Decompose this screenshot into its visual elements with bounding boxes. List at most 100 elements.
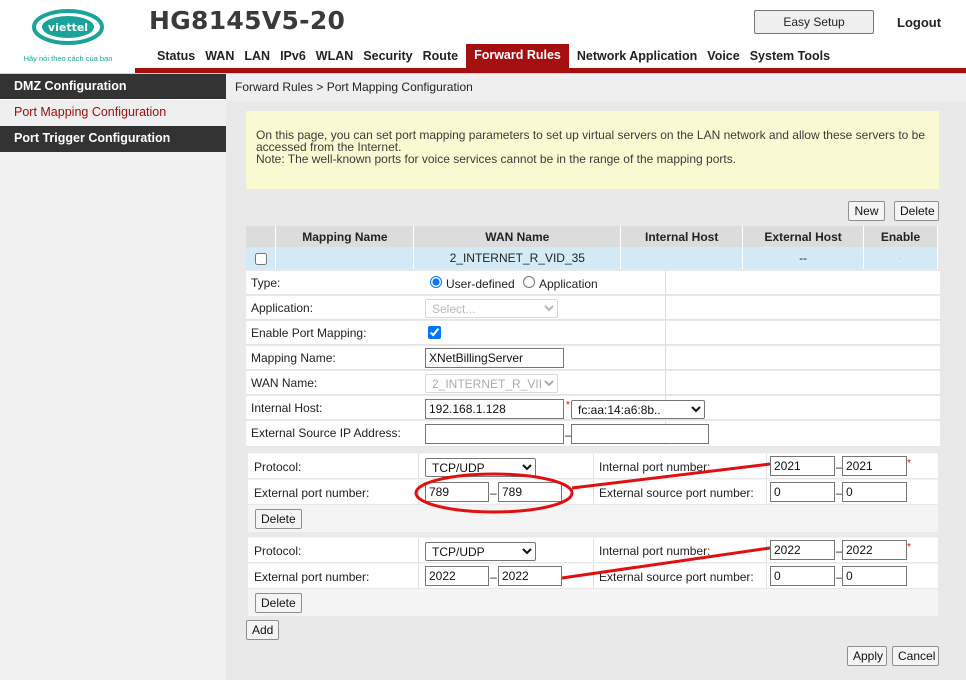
rule-delete-button[interactable]: Delete [255, 593, 302, 613]
rule-delete-button[interactable]: Delete [255, 509, 302, 529]
sidebar: DMZ Configuration Port Mapping Configura… [0, 74, 226, 680]
add-button[interactable]: Add [246, 620, 280, 640]
ext-src-ip-start-input[interactable] [425, 424, 564, 444]
notice-line: Note: The well-known ports for voice ser… [256, 152, 737, 166]
divider [665, 321, 666, 345]
external-port-label: External port number: [254, 570, 370, 584]
nav-wan[interactable]: WAN [200, 44, 239, 68]
enable-row: Enable Port Mapping: [246, 321, 940, 345]
type-label: Type: [251, 276, 281, 290]
range-dash: – [490, 486, 497, 500]
ext-src-ip-label: External Source IP Address: [251, 426, 401, 440]
device-model: HG8145V5-20 [149, 6, 346, 35]
table-header: Mapping Name WAN Name Internal Host Exte… [246, 226, 938, 247]
mapping-table: Mapping Name WAN Name Internal Host Exte… [246, 226, 938, 269]
nav-ipv6[interactable]: IPv6 [275, 44, 311, 68]
table-row[interactable]: 2_INTERNET_R_VID_35 -- - [246, 247, 938, 269]
type-application-label: Application [539, 277, 598, 291]
type-row: Type: User-defined Application [246, 271, 940, 295]
type-user-defined-radio[interactable] [430, 276, 442, 288]
internal-port-end-input[interactable] [842, 456, 907, 476]
internal-port-start-input[interactable] [770, 540, 835, 560]
protocol-select[interactable]: TCP/UDP [425, 542, 536, 561]
mapping-name-label: Mapping Name: [251, 351, 336, 365]
internal-host-label: Internal Host: [251, 401, 323, 415]
sidebar-item-port-mapping[interactable]: Port Mapping Configuration [0, 100, 226, 126]
top-nav: Status WAN LAN IPv6 WLAN Security Route … [152, 44, 835, 68]
breadcrumb: Forward Rules > Port Mapping Configurati… [226, 74, 966, 101]
nav-network-application[interactable]: Network Application [572, 44, 702, 68]
rule-row: Protocol: TCP/UDP Internal port number: … [248, 454, 938, 479]
internal-host-input[interactable] [425, 399, 564, 419]
nav-security[interactable]: Security [358, 44, 417, 68]
info-notice: On this page, you can set port mapping p… [246, 111, 939, 189]
new-button[interactable]: New [848, 201, 885, 221]
ext-src-ip-end-input[interactable] [571, 424, 709, 444]
internal-host-mac-select[interactable]: fc:aa:14:a6:8b.. [571, 400, 705, 419]
nav-status[interactable]: Status [152, 44, 200, 68]
external-port-start-input[interactable] [425, 482, 489, 502]
mapping-name-row: Mapping Name: [246, 346, 940, 370]
wan-name-label: WAN Name: [251, 376, 318, 390]
port-rule-1: Protocol: TCP/UDP Internal port number: … [248, 453, 938, 532]
row-checkbox[interactable] [254, 252, 267, 265]
external-port-end-input[interactable] [498, 482, 562, 502]
divider [766, 538, 767, 563]
nav-forward-rules[interactable]: Forward Rules [466, 44, 569, 68]
required-icon: * [907, 458, 911, 469]
type-application-radio[interactable] [523, 276, 535, 288]
divider [766, 480, 767, 505]
row-select-cell [246, 247, 277, 269]
type-user-defined-label: User-defined [446, 277, 515, 291]
internal-port-end-input[interactable] [842, 540, 907, 560]
divider [418, 564, 419, 589]
divider [593, 564, 594, 589]
enable-label: Enable Port Mapping: [251, 326, 367, 340]
nav-lan[interactable]: LAN [239, 44, 275, 68]
divider [418, 454, 419, 479]
enable-checkbox[interactable] [428, 326, 441, 339]
divider [665, 296, 666, 320]
internal-port-start-input[interactable] [770, 456, 835, 476]
svg-text:viettel: viettel [48, 21, 88, 34]
cell-enable: - [863, 247, 938, 269]
delete-button[interactable]: Delete [894, 201, 939, 221]
external-port-end-input[interactable] [498, 566, 562, 586]
protocol-select[interactable]: TCP/UDP [425, 458, 536, 477]
col-external-host: External Host [742, 226, 865, 247]
application-label: Application: [251, 301, 314, 315]
easy-setup-button[interactable]: Easy Setup [754, 10, 874, 34]
ext-src-port-start-input[interactable] [770, 482, 835, 502]
sidebar-item-port-trigger[interactable]: Port Trigger Configuration [0, 126, 226, 152]
ext-src-port-label: External source port number: [599, 570, 754, 584]
ext-src-port-end-input[interactable] [842, 566, 907, 586]
col-enable: Enable [863, 226, 938, 247]
sidebar-item-dmz[interactable]: DMZ Configuration [0, 74, 226, 100]
ext-src-port-start-input[interactable] [770, 566, 835, 586]
required-icon: * [907, 542, 911, 553]
divider [418, 480, 419, 505]
mapping-name-input[interactable] [425, 348, 564, 368]
ext-src-port-end-input[interactable] [842, 482, 907, 502]
divider [593, 454, 594, 479]
divider [766, 564, 767, 589]
internal-host-row: Internal Host: * fc:aa:14:a6:8b.. [246, 396, 940, 420]
cancel-button[interactable]: Cancel [892, 646, 939, 666]
external-port-label: External port number: [254, 486, 370, 500]
range-dash: – [490, 570, 497, 584]
rule-row: Protocol: TCP/UDP Internal port number: … [248, 538, 938, 563]
protocol-label: Protocol: [254, 460, 302, 474]
nav-voice[interactable]: Voice [702, 44, 744, 68]
logout-link[interactable]: Logout [897, 15, 941, 30]
col-wan-name: WAN Name [413, 226, 622, 247]
wan-name-select[interactable]: 2_INTERNET_R_VII [425, 374, 558, 393]
col-internal-host: Internal Host [620, 226, 744, 247]
application-select[interactable]: Select... [425, 299, 558, 318]
svg-text:Hãy nói theo cách của bạn: Hãy nói theo cách của bạn [24, 54, 113, 63]
select-all-header [246, 226, 277, 247]
external-port-start-input[interactable] [425, 566, 489, 586]
nav-system-tools[interactable]: System Tools [745, 44, 835, 68]
nav-wlan[interactable]: WLAN [311, 44, 359, 68]
apply-button[interactable]: Apply [847, 646, 887, 666]
nav-route[interactable]: Route [418, 44, 463, 68]
